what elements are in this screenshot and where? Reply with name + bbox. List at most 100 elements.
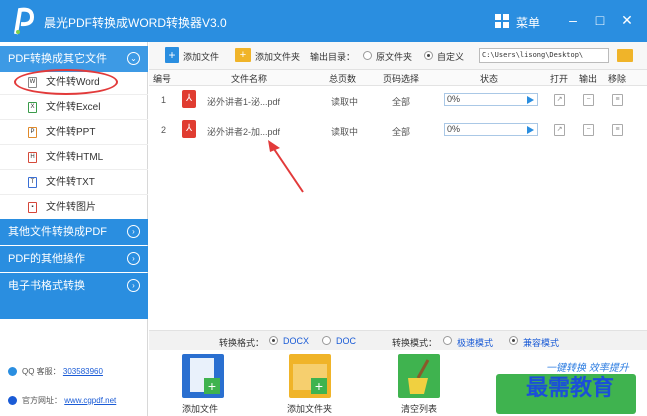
radio-docx-label: DOCX — [283, 336, 310, 346]
app-logo-icon — [14, 7, 35, 35]
clear-list-label: 清空列表 — [401, 404, 438, 414]
site-contact: 官方网址： www.cgpdf.net — [22, 395, 116, 406]
sidebar-group-ebook[interactable]: 电子书格式转换 › — [0, 273, 148, 299]
output-path-input[interactable]: C:\Users\lisong\Desktop\ — [479, 48, 609, 63]
progress-text: 0% — [447, 124, 461, 134]
row-index: 2 — [161, 125, 167, 135]
add-file-big-icon: + — [190, 358, 220, 394]
row-filename: 泌外讲者2-加...pdf — [207, 127, 281, 137]
qq-label: QQ 客服： — [22, 367, 61, 376]
play-icon[interactable] — [527, 126, 534, 134]
svg-text:+: + — [315, 378, 323, 394]
menu-grid-icon[interactable] — [495, 14, 509, 28]
output-dir-label: 输出目录： — [310, 52, 356, 62]
sidebar-item-label: 文件转HTML — [46, 152, 104, 163]
output-icon[interactable]: − — [583, 94, 594, 106]
toolbar: + 添加文件 + 添加文件夹 输出目录： 原文件夹 自定义 C:\Users\l… — [149, 42, 647, 70]
trash-icon[interactable]: ≡ — [612, 94, 623, 106]
col-open: 打开 — [550, 74, 569, 84]
open-icon[interactable]: ↗ — [554, 94, 565, 106]
annotation-oval — [14, 69, 118, 95]
progress-text: 0% — [447, 94, 461, 104]
title-bar: 晨光PDF转换成WORD转换器V3.0 菜单 – □ ✕ — [0, 0, 647, 42]
mode-label: 转换模式： — [392, 338, 438, 348]
add-file-icon[interactable]: + — [165, 47, 179, 63]
maximize-button[interactable]: □ — [590, 10, 610, 30]
play-icon[interactable] — [527, 96, 534, 104]
sidebar-item-ppt[interactable]: P 文件转PPT — [0, 120, 148, 145]
radio-custom[interactable] — [424, 51, 433, 60]
col-page-select: 页码选择 — [383, 74, 420, 84]
table-row[interactable]: 1 ⅄ 泌外讲者1-泌...pdf 读取中 全部 0% ↗ − ≡ — [149, 86, 647, 116]
svg-text:+: + — [208, 378, 216, 394]
col-remove: 移除 — [608, 74, 627, 84]
site-label: 官方网址： — [22, 396, 62, 405]
sidebar-item-html[interactable]: H 文件转HTML — [0, 145, 148, 170]
output-icon[interactable]: − — [583, 124, 594, 136]
sidebar-item-image[interactable]: ▪ 文件转图片 — [0, 195, 148, 220]
excel-doc-icon: X — [28, 102, 37, 113]
open-icon[interactable]: ↗ — [554, 124, 565, 136]
radio-compat-mode[interactable] — [509, 336, 518, 345]
add-folder-big-icon: + — [293, 364, 327, 394]
qq-number-link[interactable]: 303583960 — [63, 367, 103, 376]
qq-contact: QQ 客服： 303583960 — [22, 366, 103, 377]
html-doc-icon: H — [28, 152, 37, 163]
close-button[interactable]: ✕ — [617, 10, 637, 30]
row-progress: 0% — [444, 123, 538, 136]
row-filename: 泌外讲者1-泌...pdf — [207, 97, 281, 107]
add-folder-big-button[interactable]: + — [289, 354, 331, 398]
add-folder-icon[interactable]: + — [235, 48, 251, 62]
col-pages: 总页数 — [329, 74, 357, 84]
radio-doc-label: DOC — [336, 336, 356, 346]
sidebar-item-excel[interactable]: X 文件转Excel — [0, 95, 148, 120]
group-label: PDF的其他操作 — [8, 253, 85, 265]
sidebar-group-other-to-pdf[interactable]: 其他文件转换成PDF › — [0, 219, 148, 245]
menu-button[interactable]: 菜单 — [516, 14, 540, 31]
broom-icon — [408, 359, 430, 394]
site-link[interactable]: www.cgpdf.net — [64, 396, 116, 405]
radio-doc[interactable] — [322, 336, 331, 345]
group-label: 电子书格式转换 — [8, 280, 85, 292]
add-file-big-label: 添加文件 — [182, 404, 219, 414]
radio-custom-label: 自定义 — [437, 52, 465, 62]
col-index: 编号 — [153, 74, 172, 84]
add-folder-big-label: 添加文件夹 — [287, 404, 333, 414]
row-page-select[interactable]: 全部 — [392, 95, 410, 108]
browse-folder-icon[interactable] — [617, 49, 633, 62]
col-name: 文件名称 — [231, 74, 268, 84]
add-file-button[interactable]: 添加文件 — [183, 50, 219, 63]
app-title: 晨光PDF转换成WORD转换器V3.0 — [44, 16, 227, 30]
sidebar-spacer — [0, 297, 148, 319]
image-doc-icon: ▪ — [28, 202, 37, 213]
ie-icon — [8, 396, 17, 405]
chevron-right-icon: › — [127, 225, 140, 238]
minimize-button[interactable]: – — [563, 10, 583, 30]
trash-icon[interactable]: ≡ — [612, 124, 623, 136]
sidebar-item-label: 文件转PPT — [46, 127, 96, 138]
radio-original-folder[interactable] — [363, 51, 372, 60]
col-output: 输出 — [579, 74, 598, 84]
radio-docx[interactable] — [269, 336, 278, 345]
radio-compat-label: 兼容模式 — [523, 338, 560, 348]
table-row[interactable]: 2 ⅄ 泌外讲者2-加...pdf 读取中 全部 0% ↗ − ≡ — [149, 116, 647, 146]
txt-doc-icon: T — [28, 177, 37, 188]
annotation-arrow — [268, 140, 304, 193]
sidebar-item-label: 文件转TXT — [46, 177, 95, 188]
row-page-select[interactable]: 全部 — [392, 125, 410, 138]
table-header: 编号 文件名称 总页数 页码选择 状态 打开 输出 移除 — [149, 70, 647, 86]
row-pages: 读取中 — [331, 127, 359, 137]
sidebar-group-pdf-ops[interactable]: PDF的其他操作 › — [0, 246, 148, 272]
sidebar-item-label: 文件转Excel — [46, 102, 101, 113]
sidebar-item-txt[interactable]: T 文件转TXT — [0, 170, 148, 195]
radio-fast-mode[interactable] — [443, 336, 452, 345]
qq-icon — [8, 367, 17, 376]
chevron-down-icon: ⌄ — [127, 52, 140, 65]
add-file-big-button[interactable]: + — [182, 354, 224, 398]
add-folder-button[interactable]: 添加文件夹 — [255, 50, 300, 63]
sidebar-item-label: 文件转图片 — [46, 202, 96, 213]
radio-fast-label: 极速模式 — [457, 338, 494, 348]
sidebar-group-pdf-to-other[interactable]: PDF转换成其它文件 ⌄ — [0, 46, 148, 72]
watermark-text: 最需教育 — [526, 375, 615, 401]
clear-list-button[interactable] — [398, 354, 440, 398]
